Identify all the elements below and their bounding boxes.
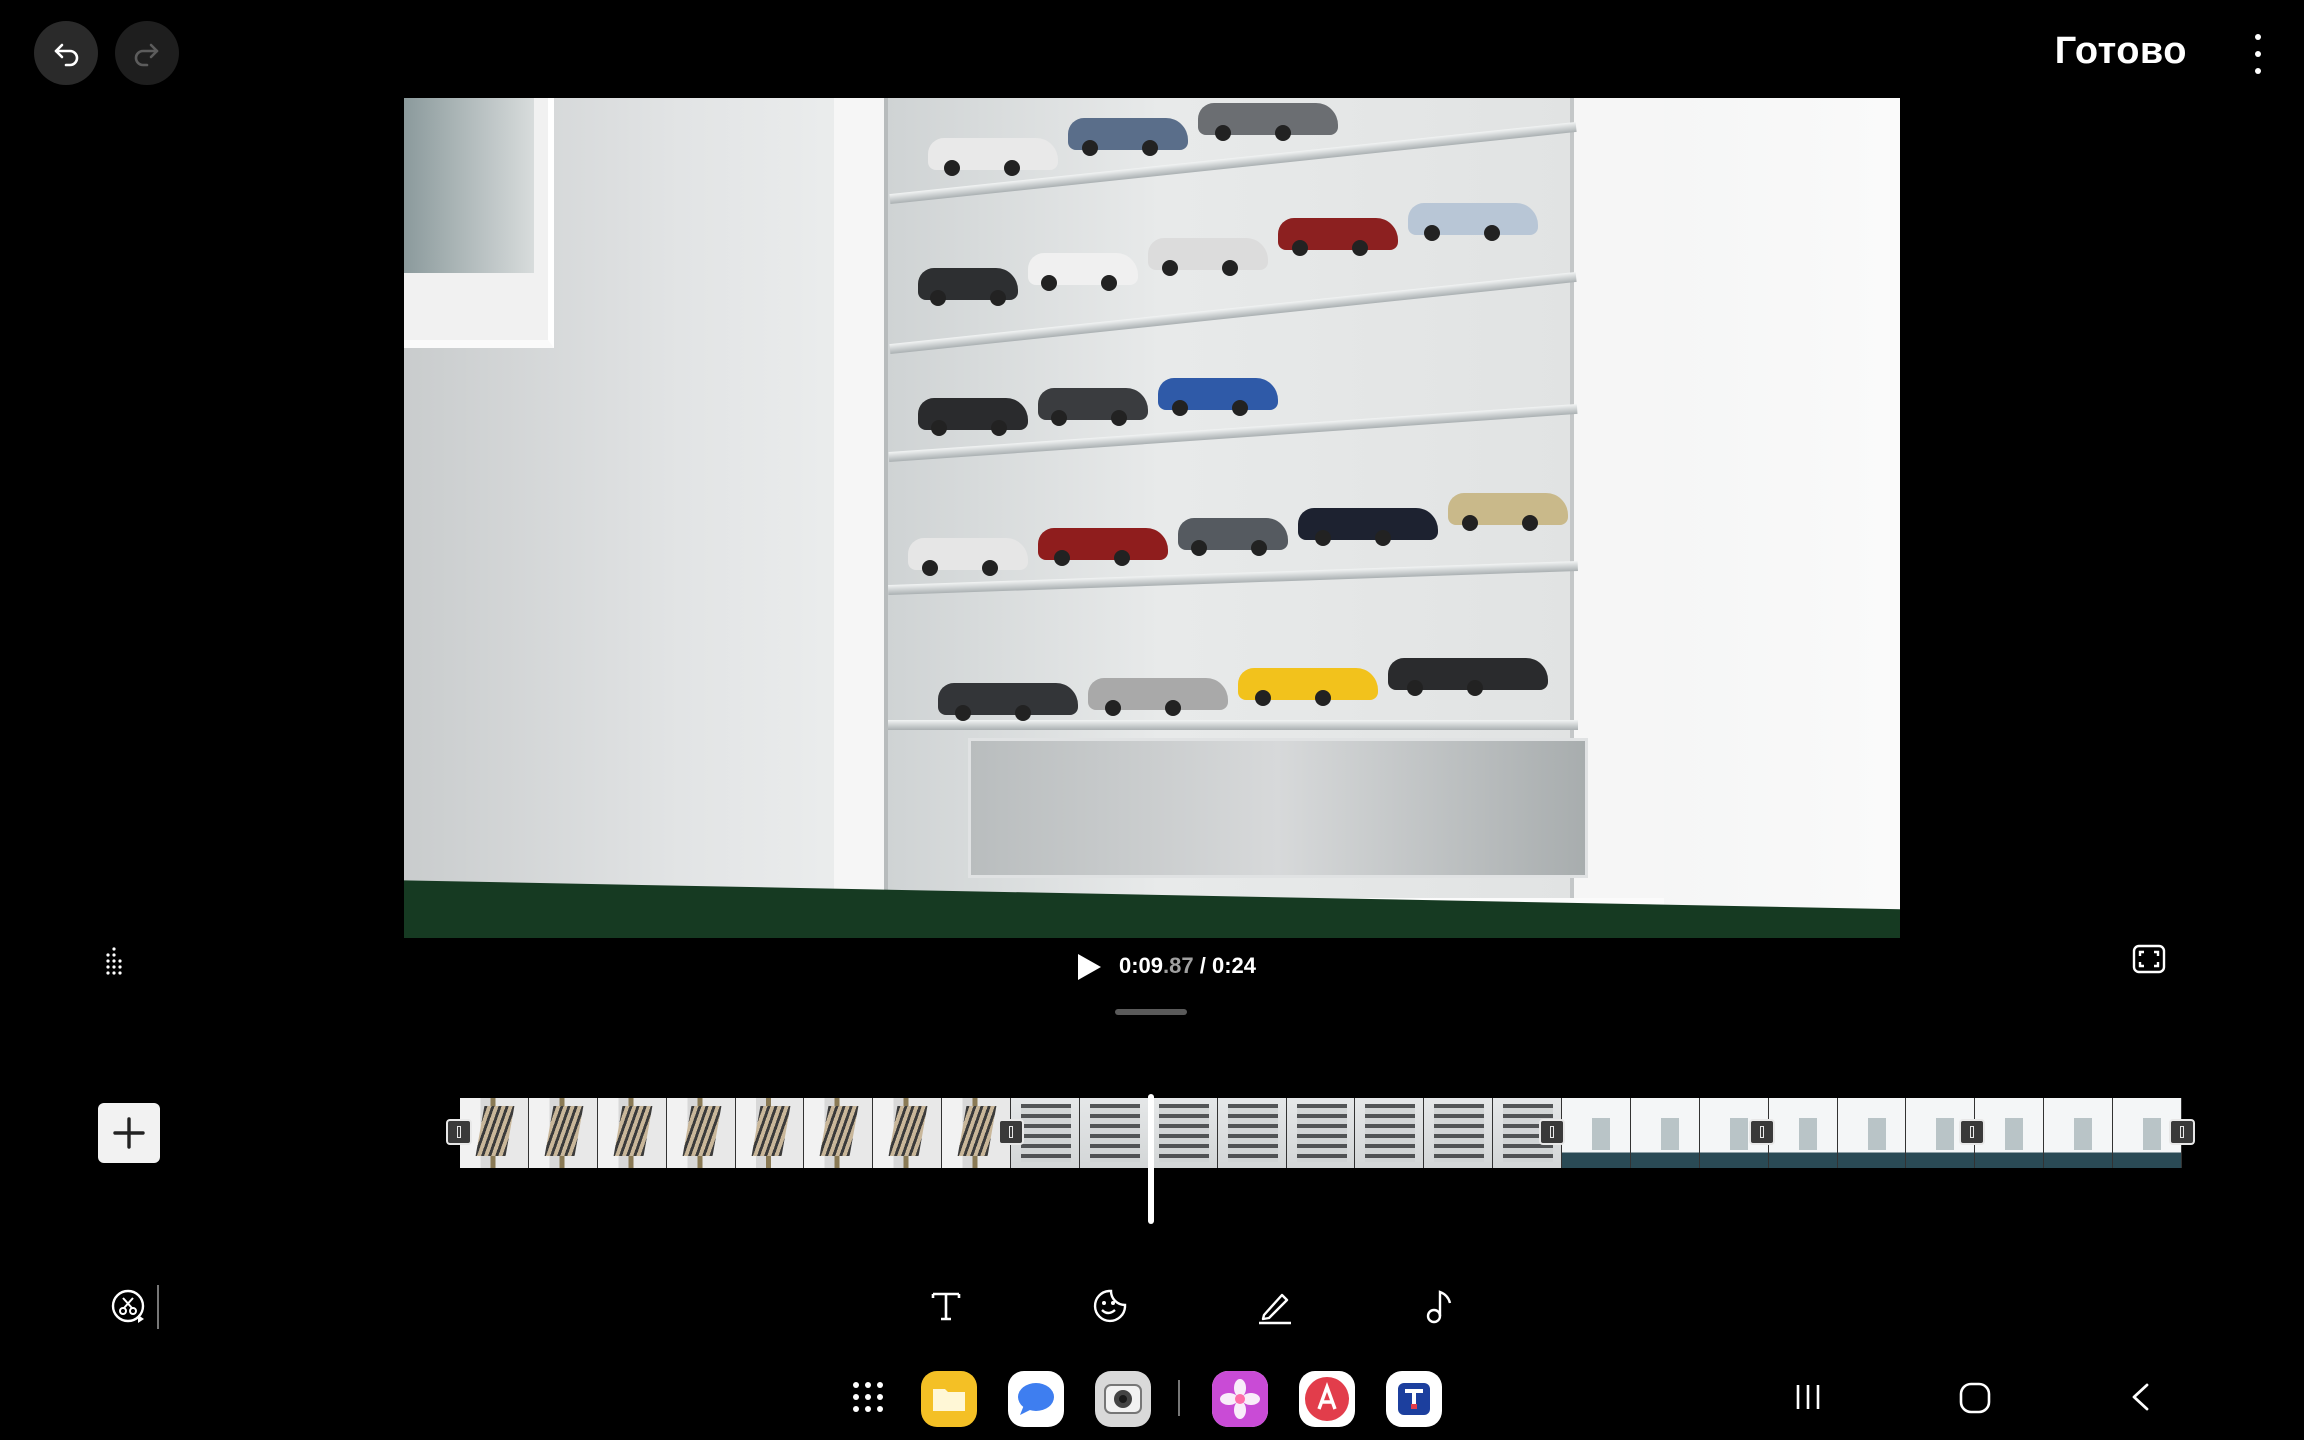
draw-tool-button[interactable] bbox=[1251, 1282, 1299, 1330]
trim-speed-button[interactable] bbox=[104, 1282, 152, 1330]
undo-icon bbox=[54, 43, 79, 67]
app-drawer-icon bbox=[853, 1382, 883, 1412]
plus-icon bbox=[113, 1117, 145, 1149]
clip-transition-button[interactable] bbox=[1539, 1119, 1565, 1145]
gallery-app[interactable] bbox=[1212, 1371, 1268, 1427]
trim-speed-icon bbox=[111, 1289, 145, 1323]
playback-time: 0:09.87 / 0:24 bbox=[1119, 953, 1256, 979]
tool-separator bbox=[157, 1285, 159, 1329]
sticker-tool-button[interactable] bbox=[1086, 1282, 1134, 1330]
timeline-thumbnail bbox=[804, 1098, 874, 1168]
timeline-thumbnail bbox=[1975, 1098, 2045, 1168]
app-drawer-button[interactable] bbox=[850, 1379, 886, 1420]
grid-dots-icon bbox=[106, 947, 122, 975]
my-files-app[interactable] bbox=[921, 1371, 977, 1427]
clip-transition-icon bbox=[1550, 1126, 1554, 1138]
clip-transition-icon bbox=[457, 1126, 461, 1138]
galaxy-store-app[interactable] bbox=[1299, 1371, 1355, 1427]
done-button[interactable]: Готово bbox=[2055, 30, 2187, 73]
redo-button[interactable] bbox=[115, 21, 179, 85]
current-time-fraction: .87 bbox=[1163, 953, 1194, 978]
t-app-icon bbox=[1398, 1383, 1430, 1415]
clip-transition-icon bbox=[1760, 1126, 1764, 1138]
timeline-thumbnail bbox=[597, 1098, 667, 1168]
clip-transition-button[interactable] bbox=[1749, 1119, 1775, 1145]
current-time: 0:09 bbox=[1119, 953, 1164, 978]
timeline-thumbnail bbox=[1217, 1098, 1287, 1168]
play-button[interactable] bbox=[1075, 952, 1103, 982]
clip-transition-button[interactable] bbox=[446, 1119, 472, 1145]
timeline-thumbnail bbox=[1079, 1098, 1149, 1168]
clip-transition-icon bbox=[1970, 1126, 1974, 1138]
text-tool-button[interactable] bbox=[922, 1282, 970, 1330]
timeline-thumbnail bbox=[1424, 1098, 1494, 1168]
more-options-button[interactable] bbox=[2248, 34, 2268, 74]
timeline-thumbnail bbox=[1768, 1098, 1838, 1168]
timeline-thumbnail bbox=[1562, 1098, 1631, 1168]
total-time: 0:24 bbox=[1211, 953, 1257, 978]
aspect-ratio-button[interactable] bbox=[104, 946, 124, 981]
home-button[interactable] bbox=[1958, 1381, 1992, 1420]
back-icon bbox=[2132, 1383, 2149, 1411]
messages-app[interactable] bbox=[1008, 1371, 1064, 1427]
timeline-thumbnail bbox=[1837, 1098, 1907, 1168]
clip-transition-button[interactable] bbox=[2169, 1119, 2195, 1145]
fullscreen-icon bbox=[2132, 944, 2166, 974]
timeline-thumbnail bbox=[1355, 1098, 1425, 1168]
video-preview[interactable] bbox=[404, 98, 1900, 938]
my-files-icon bbox=[933, 1389, 965, 1411]
camera-icon bbox=[1104, 1384, 1142, 1414]
clip-transition-button[interactable] bbox=[998, 1119, 1024, 1145]
camera-app[interactable] bbox=[1095, 1371, 1151, 1427]
undo-button[interactable] bbox=[34, 21, 98, 85]
clip-transition-button[interactable] bbox=[1959, 1119, 1985, 1145]
home-icon bbox=[1959, 1382, 1991, 1414]
recents-button[interactable] bbox=[1793, 1382, 1823, 1417]
gallery-icon bbox=[1212, 1371, 1268, 1427]
timeline-thumbnail bbox=[735, 1098, 805, 1168]
timeline-thumbnail bbox=[528, 1098, 598, 1168]
t-app[interactable] bbox=[1386, 1371, 1442, 1427]
redo-icon bbox=[134, 43, 159, 67]
draw-icon bbox=[1259, 1293, 1291, 1325]
time-separator: / bbox=[1193, 953, 1212, 978]
clip-timeline[interactable] bbox=[460, 1098, 2182, 1168]
timeline-thumbnail bbox=[1286, 1098, 1356, 1168]
play-icon bbox=[1078, 954, 1101, 980]
music-tool-button[interactable] bbox=[1416, 1282, 1464, 1330]
galaxy-store-icon bbox=[1305, 1377, 1349, 1421]
clip-transition-icon bbox=[2180, 1126, 2184, 1138]
panel-resize-handle[interactable] bbox=[1115, 1009, 1187, 1015]
add-clip-button[interactable] bbox=[98, 1103, 160, 1163]
fullscreen-button[interactable] bbox=[2132, 944, 2166, 979]
messages-icon bbox=[1018, 1383, 1054, 1415]
timeline-thumbnail bbox=[1148, 1098, 1218, 1168]
dock-separator bbox=[1178, 1380, 1180, 1416]
clip-transition-icon bbox=[1009, 1126, 1013, 1138]
timeline-playhead[interactable] bbox=[1148, 1094, 1154, 1224]
video-editor-screen: Готово 0:09.87 / 0:24 bbox=[0, 0, 2304, 1440]
more-vertical-icon bbox=[2255, 34, 2261, 40]
timeline-thumbnail bbox=[666, 1098, 736, 1168]
music-icon bbox=[1426, 1290, 1452, 1324]
timeline-thumbnail bbox=[873, 1098, 943, 1168]
timeline-thumbnail bbox=[2044, 1098, 2113, 1168]
back-button[interactable] bbox=[2127, 1382, 2153, 1417]
text-icon bbox=[931, 1292, 961, 1321]
timeline-thumbnail bbox=[1630, 1098, 1700, 1168]
sticker-icon bbox=[1093, 1289, 1127, 1323]
recents-icon bbox=[1796, 1385, 1820, 1409]
